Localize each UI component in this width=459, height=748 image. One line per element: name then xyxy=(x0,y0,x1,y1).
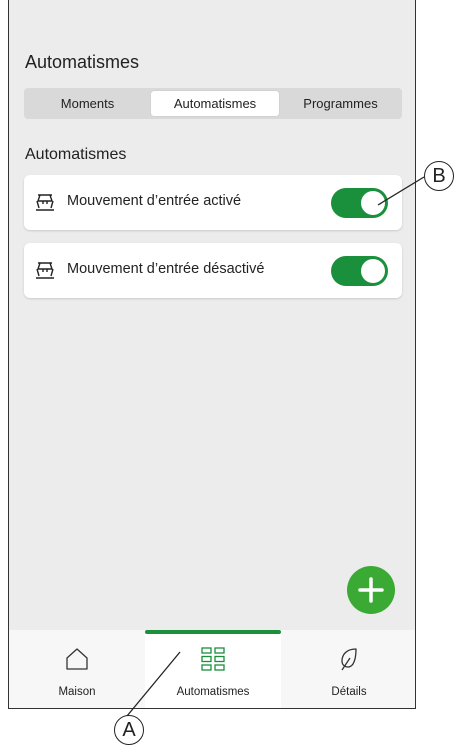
page: Automatismes Moments Automatismes Progra… xyxy=(0,0,459,748)
callout-leader-lines xyxy=(126,176,425,717)
callout-b: B xyxy=(424,161,454,191)
callout-a: A xyxy=(114,715,144,745)
